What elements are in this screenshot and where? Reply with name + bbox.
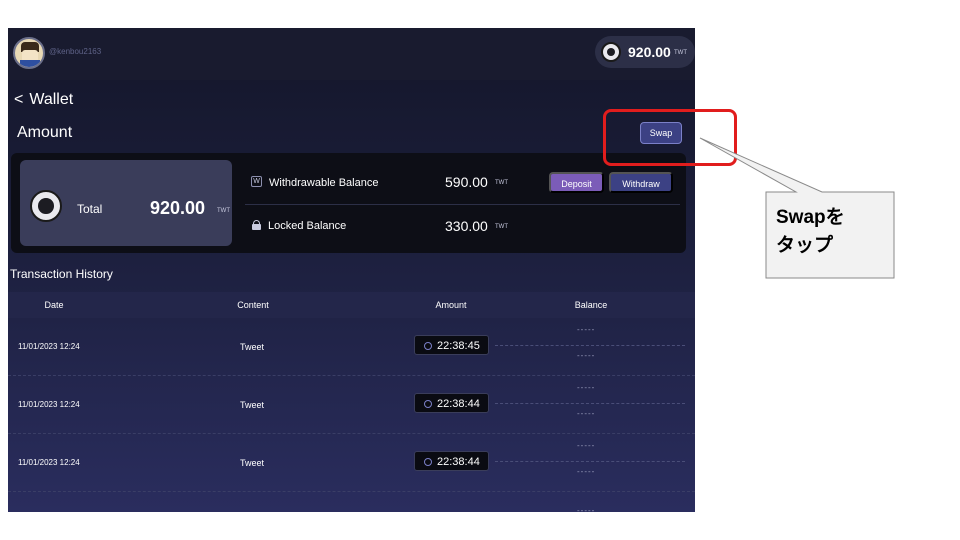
total-balance-box: Total 920.00 TWT bbox=[20, 160, 232, 246]
header-balance-amount: 920.00 bbox=[628, 44, 671, 60]
column-header-content: Content bbox=[237, 300, 269, 310]
column-header-date: Date bbox=[44, 300, 64, 310]
column-header-amount: Amount bbox=[435, 300, 467, 310]
table-row[interactable]: 11/01/2023 12:24 Tweet 22:38:44 ----- --… bbox=[8, 376, 695, 434]
row-balance-bottom: ----- bbox=[577, 409, 596, 418]
wallet-w-icon: W bbox=[251, 176, 262, 187]
withdrawable-amount: 590.00 bbox=[445, 174, 488, 190]
avatar-icon[interactable] bbox=[13, 37, 45, 69]
transaction-history-title: Transaction History bbox=[10, 267, 113, 281]
row-balance-top: ----- bbox=[577, 441, 596, 450]
row-balance-bottom: ----- bbox=[577, 351, 596, 360]
transaction-table-header: Date Content Amount Balance bbox=[8, 292, 695, 318]
row-balance-top: ----- bbox=[577, 325, 596, 334]
row-date: 11/01/2023 12:24 bbox=[18, 458, 80, 467]
twt-coin-icon bbox=[601, 42, 621, 62]
locked-label: Locked Balance bbox=[268, 220, 347, 232]
balance-card: Total 920.00 TWT W Withdrawable Balance … bbox=[11, 153, 686, 253]
table-row[interactable]: 11/01/2023 12:24 Tweet 22:38:45 ----- --… bbox=[8, 318, 695, 376]
withdraw-button[interactable]: Withdraw bbox=[609, 172, 673, 193]
row-balance-bottom: ----- bbox=[577, 467, 596, 476]
clock-icon bbox=[424, 458, 432, 466]
back-button[interactable]: < Wallet bbox=[14, 91, 73, 109]
page-title: Wallet bbox=[29, 91, 74, 108]
total-unit: TWT bbox=[217, 208, 230, 214]
swap-highlight-box bbox=[603, 109, 737, 166]
table-row[interactable]: 11/01/2023 12:24 Tweet 22:38:44 ----- --… bbox=[8, 434, 695, 492]
row-content: Tweet bbox=[240, 458, 265, 468]
row-amount: 22:38:45 bbox=[414, 335, 489, 355]
callout-text: Swapを タップ bbox=[776, 207, 845, 256]
row-content: Tweet bbox=[240, 400, 265, 410]
row-time: 22:38:44 bbox=[437, 398, 480, 410]
total-label: Total bbox=[77, 202, 103, 216]
locked-amount: 330.00 bbox=[445, 218, 488, 234]
row-date: 11/01/2023 12:24 bbox=[18, 400, 80, 409]
locked-unit: TWT bbox=[495, 224, 508, 230]
lock-icon bbox=[252, 220, 261, 230]
wallet-app: @kenbou2163 920.00 TWT < Wallet Amount Sw… bbox=[8, 28, 695, 512]
clock-icon bbox=[424, 342, 432, 350]
row-balance-top: ----- bbox=[577, 383, 596, 392]
row-amount: 22:38:44 bbox=[414, 451, 489, 471]
top-header: @kenbou2163 920.00 TWT bbox=[8, 28, 695, 80]
row-amount: 22:38:44 bbox=[414, 393, 489, 413]
section-title-amount: Amount bbox=[17, 124, 73, 141]
withdrawable-label: Withdrawable Balance bbox=[269, 177, 379, 189]
header-balance-unit: TWT bbox=[674, 50, 687, 56]
withdrawable-unit: TWT bbox=[495, 180, 508, 186]
username: @kenbou2163 bbox=[49, 47, 102, 56]
header-balance-pill[interactable]: 920.00 TWT bbox=[595, 36, 695, 68]
row-time: 22:38:44 bbox=[437, 456, 480, 468]
column-header-balance: Balance bbox=[574, 300, 608, 310]
chevron-left-icon: < bbox=[14, 91, 24, 108]
deposit-button[interactable]: Deposit bbox=[549, 172, 604, 193]
twt-coin-icon bbox=[30, 190, 62, 222]
total-amount: 920.00 bbox=[150, 198, 206, 218]
row-content: Tweet bbox=[240, 342, 265, 352]
row-date: 11/01/2023 12:24 bbox=[18, 342, 80, 351]
row-time: 22:38:45 bbox=[437, 340, 480, 352]
row-balance-partial: ----- bbox=[577, 506, 596, 512]
divider bbox=[245, 204, 680, 205]
clock-icon bbox=[424, 400, 432, 408]
